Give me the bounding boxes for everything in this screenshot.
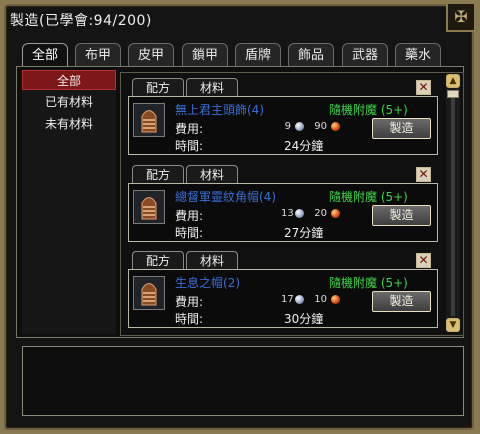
fee-label: 費用: <box>175 122 204 136</box>
close-icon[interactable]: ✕ <box>416 167 431 182</box>
recipe-card: 配方 材料 ✕ 無上君主頭飾(4) 隨機附魔 (5+) 費用: 時間: 9 90… <box>128 78 438 155</box>
recipe-body: 無上君主頭飾(4) 隨機附魔 (5+) 費用: 時間: 9 90 24分鐘 製造 <box>128 96 438 155</box>
enchant-bonus: 隨機附魔 (5+) <box>329 190 408 204</box>
close-icon[interactable]: ✕ <box>416 253 431 268</box>
recipe-tab[interactable]: 配方 <box>132 165 184 184</box>
recipe-name[interactable]: 總督軍靈紋角帽(4) <box>175 188 276 205</box>
recipe-tab[interactable]: 配方 <box>132 251 184 270</box>
craft-time: 27分鐘 <box>284 226 324 240</box>
tab-mail[interactable]: 鎖甲 <box>182 43 228 67</box>
silver-coin-icon <box>295 122 304 131</box>
tab-accessory[interactable]: 飾品 <box>288 43 334 67</box>
recipe-body: 總督軍靈紋角帽(4) 隨機附魔 (5+) 費用: 時間: 13 20 27分鐘 … <box>128 183 438 242</box>
scroll-thumb[interactable] <box>447 90 459 98</box>
make-button[interactable]: 製造 <box>372 118 431 139</box>
arrow-down-icon[interactable]: ▼ <box>446 318 460 332</box>
craft-time: 24分鐘 <box>284 139 324 153</box>
gold-coin-icon <box>331 295 340 304</box>
filter-missing-materials[interactable]: 未有材料 <box>22 114 116 134</box>
window-title: 製造(已學會:94/200) <box>10 13 152 29</box>
craft-time: 30分鐘 <box>284 312 324 326</box>
time-label: 時間: <box>175 226 204 240</box>
recipe-body: 生息之帽(2) 隨機附魔 (5+) 費用: 時間: 17 10 30分鐘 製造 <box>128 269 438 328</box>
silver-cost: 17 <box>281 294 294 305</box>
enchant-bonus: 隨機附魔 (5+) <box>329 103 408 117</box>
time-label: 時間: <box>175 139 204 153</box>
info-panel <box>22 346 464 416</box>
tab-all[interactable]: 全部 <box>22 43 68 68</box>
helmet-icon[interactable] <box>133 190 165 224</box>
fee-label: 費用: <box>175 209 204 223</box>
make-button[interactable]: 製造 <box>372 291 431 312</box>
recipe-tab[interactable]: 配方 <box>132 78 184 97</box>
gold-coin-icon <box>331 209 340 218</box>
gold-coin-icon <box>331 122 340 131</box>
recipe-card: 配方 材料 ✕ 生息之帽(2) 隨機附魔 (5+) 費用: 時間: 17 10 … <box>128 251 438 328</box>
arrow-up-icon[interactable]: ▲ <box>446 74 460 88</box>
gold-cost: 20 <box>314 208 327 219</box>
enchant-bonus: 隨機附魔 (5+) <box>329 276 408 290</box>
tab-weapon[interactable]: 武器 <box>342 43 388 67</box>
silver-cost: 13 <box>281 208 294 219</box>
silver-coin-icon <box>295 295 304 304</box>
helmet-icon[interactable] <box>133 276 165 310</box>
gold-cost: 10 <box>314 294 327 305</box>
tab-potion[interactable]: 藥水 <box>395 43 441 67</box>
recipe-card: 配方 材料 ✕ 總督軍靈紋角帽(4) 隨機附魔 (5+) 費用: 時間: 13 … <box>128 165 438 242</box>
recipe-name[interactable]: 無上君主頭飾(4) <box>175 101 264 118</box>
tab-shield[interactable]: 盾牌 <box>235 43 281 67</box>
silver-coin-icon <box>295 209 304 218</box>
ornament-knot-icon[interactable]: ✠ <box>446 4 474 32</box>
scroll-track[interactable] <box>451 90 455 316</box>
helmet-icon[interactable] <box>133 103 165 137</box>
silver-cost: 9 <box>284 121 291 132</box>
time-label: 時間: <box>175 312 204 326</box>
fee-label: 費用: <box>175 295 204 309</box>
close-icon[interactable]: ✕ <box>416 80 431 95</box>
tab-cloth[interactable]: 布甲 <box>75 43 121 67</box>
gold-cost: 90 <box>314 121 327 132</box>
filter-sidebar: 全部 已有材料 未有材料 <box>22 70 116 334</box>
material-tab[interactable]: 材料 <box>186 165 238 184</box>
tab-leather[interactable]: 皮甲 <box>128 43 174 67</box>
material-tab[interactable]: 材料 <box>186 78 238 97</box>
filter-all[interactable]: 全部 <box>22 70 116 90</box>
recipe-name[interactable]: 生息之帽(2) <box>175 274 240 291</box>
filter-have-materials[interactable]: 已有材料 <box>22 92 116 112</box>
make-button[interactable]: 製造 <box>372 205 431 226</box>
recipe-scrollbar[interactable]: ▲ ▼ <box>446 74 460 332</box>
material-tab[interactable]: 材料 <box>186 251 238 270</box>
